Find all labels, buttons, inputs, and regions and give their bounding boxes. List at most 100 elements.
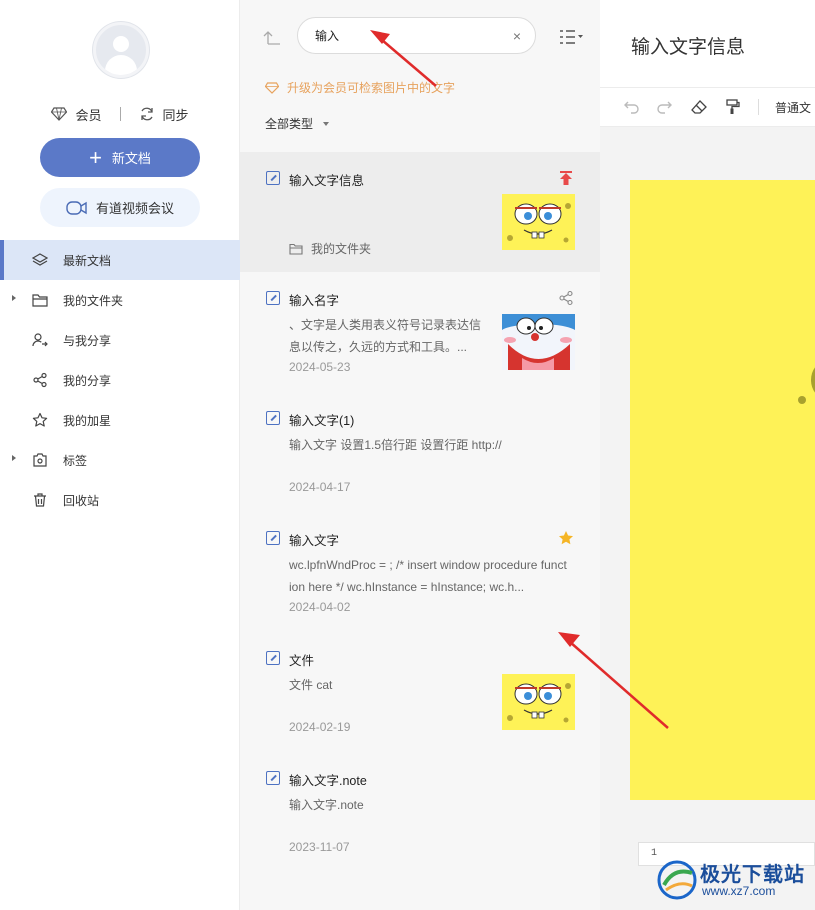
search-box[interactable]: × — [297, 17, 536, 54]
new-doc-button[interactable]: + 新文档 — [40, 138, 200, 177]
doc-date: 2023-11-07 — [289, 840, 350, 854]
sidebar-nav: 最新文档 我的文件夹 与我分享 我的分享 我的加星 标签 回收站 — [0, 240, 240, 520]
layers-icon — [32, 252, 48, 268]
list-item[interactable]: 输入名字 、文字是人类用表义符号记录表达信息以传之，久远的方式和工具。... 2… — [240, 272, 600, 392]
doc-folder: 我的文件夹 — [289, 240, 371, 257]
type-filter-dropdown[interactable]: 全部类型 — [265, 115, 330, 132]
sidebar-item-trash[interactable]: 回收站 — [0, 480, 240, 520]
plus-icon: + — [89, 144, 102, 170]
share-icon — [32, 372, 48, 388]
undo-icon[interactable] — [622, 98, 640, 116]
watermark-url: www.xz7.com — [702, 884, 776, 898]
watermark-logo-icon — [656, 859, 698, 904]
doc-date: 2024-05-23 — [289, 360, 351, 374]
sidebar-item-my-shares[interactable]: 我的分享 — [0, 360, 240, 400]
video-meeting-button[interactable]: 有道视频会议 — [40, 188, 200, 227]
type-filter-label: 全部类型 — [265, 117, 314, 131]
sidebar-item-label: 最新文档 — [63, 253, 112, 268]
list-item[interactable]: 文件 文件 cat 2024-02-19 — [240, 632, 600, 752]
redo-icon[interactable] — [656, 98, 674, 116]
note-icon — [266, 171, 280, 185]
sidebar-item-label: 我的加星 — [63, 413, 112, 428]
sidebar-item-label: 我的分享 — [63, 373, 112, 388]
doc-date: 2024-02-19 — [289, 720, 351, 734]
list-item[interactable]: 输入文字.note 输入文字.note 2023-11-07 — [240, 752, 600, 872]
sidebar-item-label: 标签 — [63, 453, 88, 468]
doc-snippet: 文件 cat — [289, 678, 333, 692]
doc-title: 输入名字 — [289, 294, 340, 308]
editor-title[interactable]: 输入文字信息 — [631, 32, 745, 59]
note-icon — [266, 531, 280, 545]
vip-label: 会员 — [75, 107, 102, 123]
tag-icon — [32, 452, 48, 468]
list-item[interactable]: 输入文字信息 我的文件夹 — [240, 152, 600, 272]
avatar[interactable] — [93, 22, 149, 78]
doraemon-thumbnail — [502, 314, 575, 370]
trash-icon — [32, 492, 48, 508]
sidebar-item-label: 我的文件夹 — [63, 293, 124, 308]
document-list-panel: × 升级为会员可检索图片中的文字 全部类型 输入文字信息 — [240, 0, 600, 910]
sidebar-item-folders[interactable]: 我的文件夹 — [0, 280, 240, 320]
video-meeting-label: 有道视频会议 — [95, 201, 174, 216]
spongebob-thumbnail — [502, 194, 575, 250]
vip-sync-row: 会员 同步 — [0, 104, 240, 124]
doc-snippet: 输入文字 设置1.5倍行距 设置行距 http:// — [289, 438, 502, 452]
sync-label: 同步 — [162, 107, 189, 123]
doc-title: 输入文字.note — [289, 774, 367, 788]
sync-button[interactable]: 同步 — [139, 105, 189, 124]
star-icon — [32, 412, 48, 428]
doc-date: 2024-04-02 — [289, 600, 351, 614]
video-camera-icon — [66, 199, 88, 217]
doc-snippet: 输入文字.note — [289, 798, 364, 812]
diamond-icon — [51, 107, 68, 121]
note-icon — [266, 771, 280, 785]
folder-icon — [289, 243, 303, 255]
chevron-down-icon — [323, 121, 330, 126]
eraser-icon[interactable] — [690, 98, 708, 116]
editor-toolbar: 普通文 — [600, 87, 815, 127]
search-input[interactable] — [315, 28, 495, 43]
spongebob-thumbnail — [502, 674, 575, 730]
list-item[interactable]: 输入文字 wc.lpfnWndProc = ; /* insert window… — [240, 512, 600, 632]
avatar-body — [105, 55, 137, 75]
site-watermark: 极光下载站 www.xz7.com — [656, 855, 815, 905]
vip-button[interactable]: 会员 — [51, 105, 102, 124]
pin-icon[interactable] — [558, 170, 574, 186]
doc-title: 输入文字 — [289, 534, 340, 548]
sidebar-item-starred[interactable]: 我的加星 — [0, 400, 240, 440]
expand-caret-icon[interactable] — [12, 455, 16, 461]
watermark-name: 极光下载站 — [700, 864, 805, 886]
doc-date: 2024-04-17 — [289, 480, 351, 494]
new-doc-label: 新文档 — [111, 151, 151, 166]
sidebar: 会员 同步 + 新文档 有道视频会议 最新文档 我的文件夹 与我分享 我的分享 … — [0, 0, 240, 910]
editor-header: 输入文字信息 — [600, 0, 815, 87]
doc-snippet: wc.lpfnWndProc = ; /* insert window proc… — [289, 558, 567, 594]
list-view-icon[interactable] — [558, 28, 584, 46]
editor-panel: 输入文字信息 普通文 1 — [600, 0, 815, 910]
doc-folder-name: 我的文件夹 — [311, 242, 372, 256]
sync-icon — [139, 106, 155, 122]
format-painter-icon[interactable] — [724, 98, 742, 116]
document-list: 输入文字信息 我的文件夹 输入名字 、文字是人类用表义符号记录表达信息以传之，久… — [240, 152, 600, 872]
upgrade-tip-text: 升级为会员可检索图片中的文字 — [287, 81, 456, 95]
star-icon[interactable] — [558, 530, 574, 546]
paragraph-style-select[interactable]: 普通文 — [775, 99, 811, 116]
document-image — [630, 180, 815, 800]
list-item[interactable]: 输入文字(1) 输入文字 设置1.5倍行距 设置行距 http:// 2024-… — [240, 392, 600, 512]
diamond-icon — [265, 81, 279, 94]
expand-caret-icon[interactable] — [12, 295, 16, 301]
doc-title: 文件 — [289, 654, 315, 668]
doc-title: 输入文字(1) — [289, 414, 355, 428]
shared-user-icon — [32, 332, 48, 348]
sidebar-item-tags[interactable]: 标签 — [0, 440, 240, 480]
sidebar-item-recent[interactable]: 最新文档 — [0, 240, 240, 280]
doc-snippet: 、文字是人类用表义符号记录表达信息以传之，久远的方式和工具。... — [289, 318, 482, 354]
back-up-icon[interactable] — [263, 28, 281, 46]
share-icon[interactable] — [558, 290, 574, 306]
upgrade-tip[interactable]: 升级为会员可检索图片中的文字 — [265, 79, 455, 96]
sidebar-item-shared-with-me[interactable]: 与我分享 — [0, 320, 240, 360]
note-icon — [266, 651, 280, 665]
folder-icon — [32, 293, 48, 307]
avatar-head — [113, 36, 129, 52]
clear-search-icon[interactable]: × — [513, 28, 521, 44]
